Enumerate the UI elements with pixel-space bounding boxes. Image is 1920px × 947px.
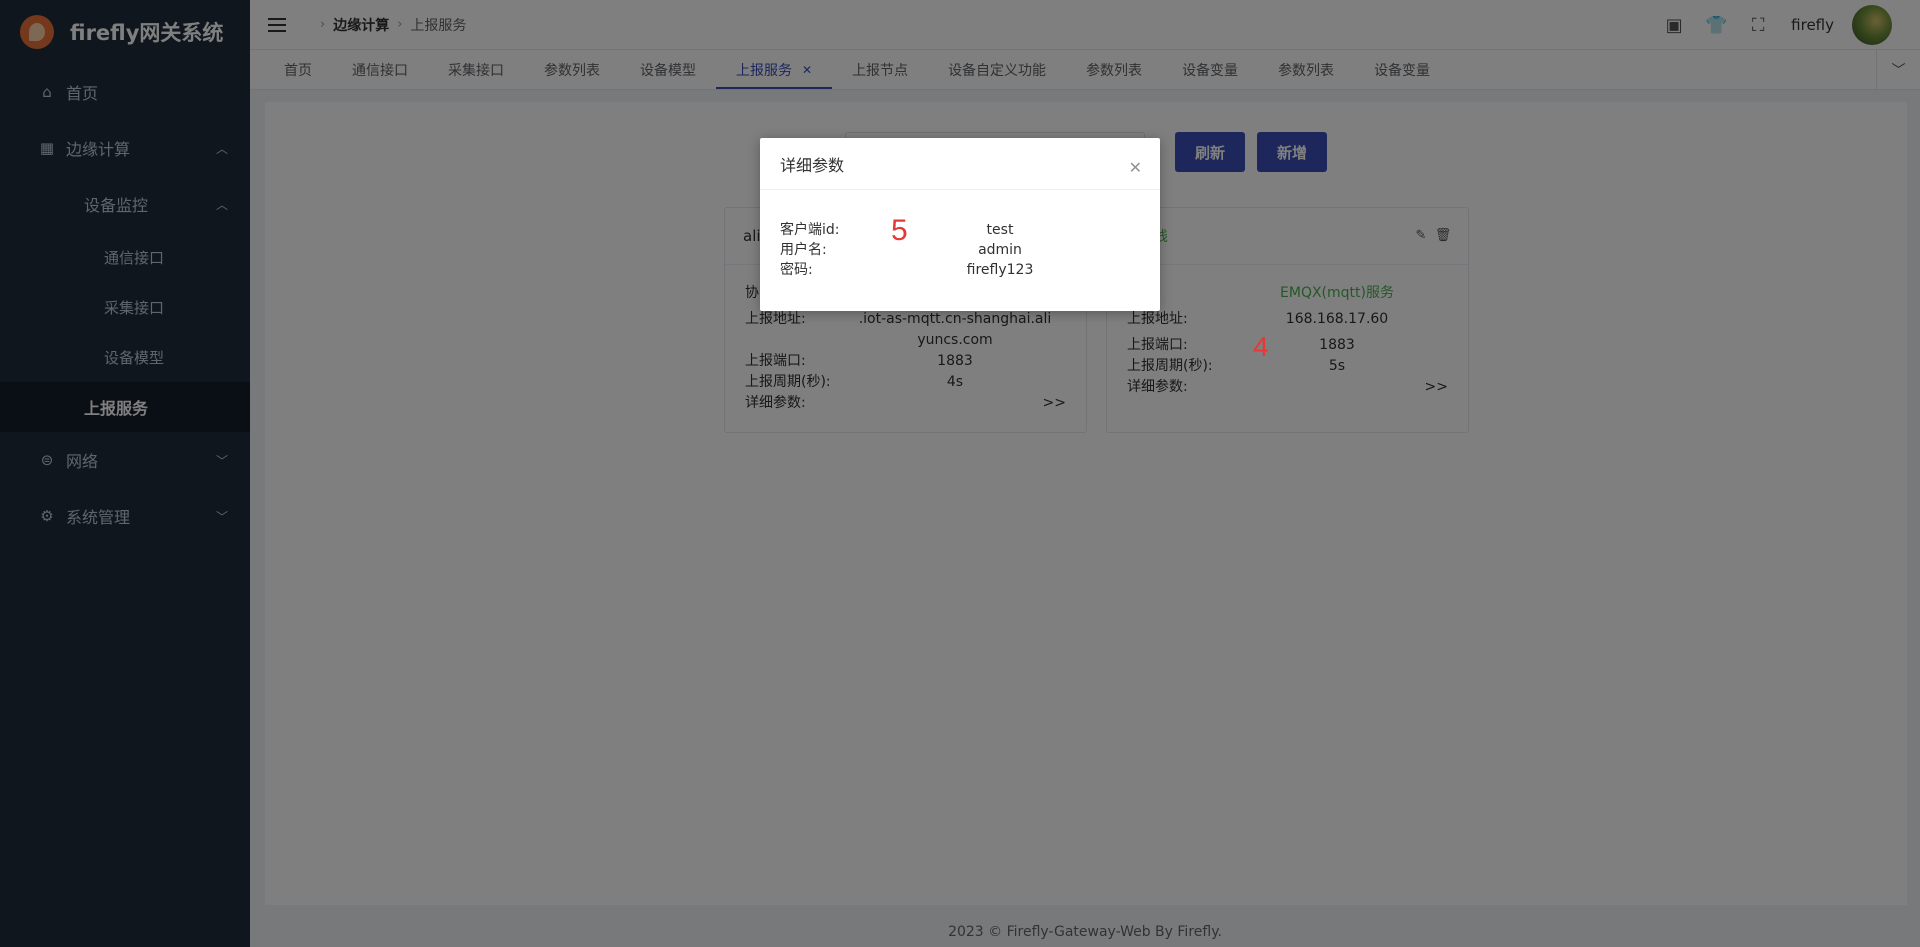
dialog-row: 客户端id: test <box>780 220 1140 240</box>
dialog-row-value: test <box>986 222 1014 238</box>
dialog-row: 密码: firefly123 <box>780 260 1140 280</box>
dialog-row-label: 密码: <box>780 262 813 278</box>
annotation-number: 4 <box>1253 331 1269 362</box>
dialog-header: 详细参数 ✕ <box>760 138 1160 190</box>
dialog-row-value: admin <box>978 242 1022 258</box>
dialog-row-value: firefly123 <box>966 262 1034 278</box>
dialog-row: 用户名: admin <box>780 240 1140 260</box>
annotation-number: 5 <box>891 214 908 247</box>
detail-params-dialog: 详细参数 ✕ 客户端id: test 用户名: admin 密码: firefl… <box>760 138 1160 311</box>
dialog-title: 详细参数 <box>780 155 845 175</box>
close-icon[interactable]: ✕ <box>1129 158 1142 177</box>
dialog-body: 客户端id: test 用户名: admin 密码: firefly123 <box>760 190 1160 280</box>
